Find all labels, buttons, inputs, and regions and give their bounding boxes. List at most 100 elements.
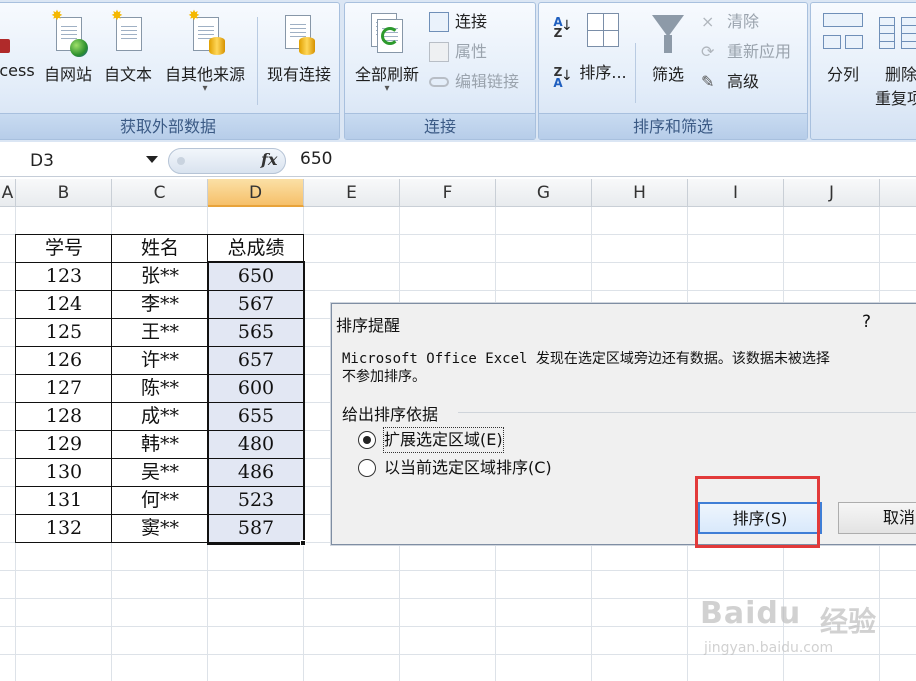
formula-bar: D3 fx 650 <box>0 145 916 177</box>
table-cell[interactable]: 王** <box>112 318 208 346</box>
table-cell[interactable]: 127 <box>16 374 112 402</box>
column-header-g[interactable]: G <box>496 179 592 207</box>
from-other-sources-label: 自其他来源 <box>164 65 245 84</box>
column-header-c[interactable]: C <box>112 179 208 207</box>
sort-dialog-icon <box>583 9 623 53</box>
properties-icon <box>429 42 449 62</box>
table-cell[interactable]: 128 <box>16 402 112 430</box>
table-cell[interactable]: 许** <box>112 346 208 374</box>
baidu-watermark: Baidu 经验 jingyan.baidu.com <box>700 596 900 676</box>
column-header-b[interactable]: B <box>16 179 112 207</box>
insert-function-icon[interactable]: fx <box>261 150 277 169</box>
column-header-i[interactable]: I <box>688 179 784 207</box>
table-border <box>15 234 16 543</box>
table-cell[interactable]: 吴** <box>112 458 208 486</box>
from-text-button[interactable]: ✸ 自文本 <box>99 9 157 85</box>
advanced-filter-label: 高级 <box>727 72 760 91</box>
clear-filter-icon: ⨯ <box>701 12 715 31</box>
sort-basis-group-label: 给出排序依据 <box>342 405 439 424</box>
reapply-icon: ⟳ <box>701 42 715 61</box>
sort-label: 排序... <box>579 63 627 82</box>
chain-link-icon <box>429 77 449 87</box>
ribbon-group-sort-filter: A Z ↓ Z A ↓ 排序... 筛选 ⨯ 清除 ⟳ 重新应用 ✎ 高级 排序… <box>538 2 808 140</box>
text-to-columns-button[interactable]: 分列 <box>815 9 871 85</box>
formula-controls: fx <box>168 148 286 174</box>
from-access-label: cess <box>0 61 35 80</box>
radio-selected-icon[interactable] <box>358 431 376 449</box>
table-header-cell[interactable]: 总成绩 <box>208 234 304 262</box>
help-button[interactable]: ? <box>862 312 871 332</box>
ribbon-group-connections: 全部刷新 ▾ 连接 属性 编辑链接 连接 <box>344 2 536 140</box>
column-header-a[interactable]: A <box>0 179 16 207</box>
table-header-cell[interactable]: 学号 <box>16 234 112 262</box>
table-cell[interactable]: 123 <box>16 262 112 290</box>
radio-expand-label: 扩展选定区域(E) <box>383 427 504 453</box>
ribbon-separator <box>257 17 258 105</box>
fill-handle[interactable] <box>300 540 306 546</box>
table-cell[interactable]: 130 <box>16 458 112 486</box>
edit-links-label: 编辑链接 <box>455 72 520 91</box>
table-cell[interactable]: 126 <box>16 346 112 374</box>
radio-unselected-icon[interactable] <box>358 459 376 477</box>
table-cell[interactable]: 窦** <box>112 514 208 542</box>
dialog-title: 排序提醒 <box>336 316 401 335</box>
filter-button[interactable]: 筛选 <box>639 9 697 85</box>
dialog-message: Microsoft Office Excel 发现在选定区域旁边还有数据。该数据… <box>342 350 916 386</box>
table-border <box>15 234 304 235</box>
filter-label: 筛选 <box>651 65 684 84</box>
cancel-button[interactable]: 取消 <box>838 502 916 534</box>
sort-ascending-button[interactable]: A Z ↓ <box>545 16 572 39</box>
grid-hline <box>0 570 916 571</box>
column-header-e[interactable]: E <box>304 179 400 207</box>
table-cell[interactable]: 何** <box>112 486 208 514</box>
refresh-all-button[interactable]: 全部刷新 ▾ <box>347 9 427 94</box>
table-cell[interactable]: 陈** <box>112 374 208 402</box>
table-header-cell[interactable]: 姓名 <box>112 234 208 262</box>
remove-duplicates-icon <box>875 9 916 59</box>
name-box-value: D3 <box>30 151 54 171</box>
table-cell[interactable]: 124 <box>16 290 112 318</box>
formula-input[interactable]: 650 <box>300 149 332 169</box>
highlight-annotation <box>695 476 820 548</box>
sort-descending-button[interactable]: Z A ↓ <box>545 66 573 89</box>
column-header-d[interactable]: D <box>208 179 304 207</box>
table-cell[interactable]: 成** <box>112 402 208 430</box>
column-header-j[interactable]: J <box>784 179 880 207</box>
group-label-connections: 连接 <box>345 113 535 139</box>
sort-button[interactable]: 排序... <box>573 9 633 83</box>
existing-connection-icon <box>279 9 319 59</box>
access-icon <box>0 9 36 59</box>
funnel-icon <box>648 9 688 59</box>
existing-connections-button[interactable]: 现有连接 <box>261 9 337 85</box>
arrow-down-icon: ↓ <box>561 68 573 84</box>
text-to-columns-icon <box>821 9 865 59</box>
table-cell[interactable]: 张** <box>112 262 208 290</box>
reapply-label: 重新应用 <box>727 42 792 61</box>
remove-duplicates-label-2: 重复项 <box>875 89 916 108</box>
group-label-sort-filter: 排序和筛选 <box>539 113 807 139</box>
table-cell[interactable]: 125 <box>16 318 112 346</box>
connections-label: 连接 <box>455 12 488 31</box>
table-cell[interactable]: 131 <box>16 486 112 514</box>
text-document-icon: ✸ <box>108 9 148 59</box>
from-web-label: 自网站 <box>43 65 92 84</box>
remove-duplicates-button[interactable]: 删除 重复项 <box>875 9 916 109</box>
table-cell[interactable]: 韩** <box>112 430 208 458</box>
resize-handle-icon[interactable] <box>177 157 185 165</box>
from-access-button[interactable]: cess <box>0 9 37 80</box>
ribbon-group-data-tools: 分列 删除 重复项 <box>810 2 916 140</box>
name-box-dropdown-icon[interactable] <box>146 156 158 163</box>
watermark-brand: Baidu <box>700 596 802 631</box>
connections-icon <box>429 12 449 32</box>
name-box[interactable]: D3 <box>0 147 166 175</box>
table-cell[interactable]: 129 <box>16 430 112 458</box>
excel-window: cess ✸ 自网站 ✸ 自文本 ✸ 自其他来源 ▾ 现有连接 获取外部数据 全… <box>0 0 916 681</box>
from-text-label: 自文本 <box>103 65 152 84</box>
column-header-k[interactable] <box>880 179 916 207</box>
from-other-sources-button[interactable]: ✸ 自其他来源 ▾ <box>159 9 251 94</box>
column-header-f[interactable]: F <box>400 179 496 207</box>
table-cell[interactable]: 132 <box>16 514 112 542</box>
table-cell[interactable]: 李** <box>112 290 208 318</box>
from-web-button[interactable]: ✸ 自网站 <box>39 9 97 85</box>
column-header-h[interactable]: H <box>592 179 688 207</box>
